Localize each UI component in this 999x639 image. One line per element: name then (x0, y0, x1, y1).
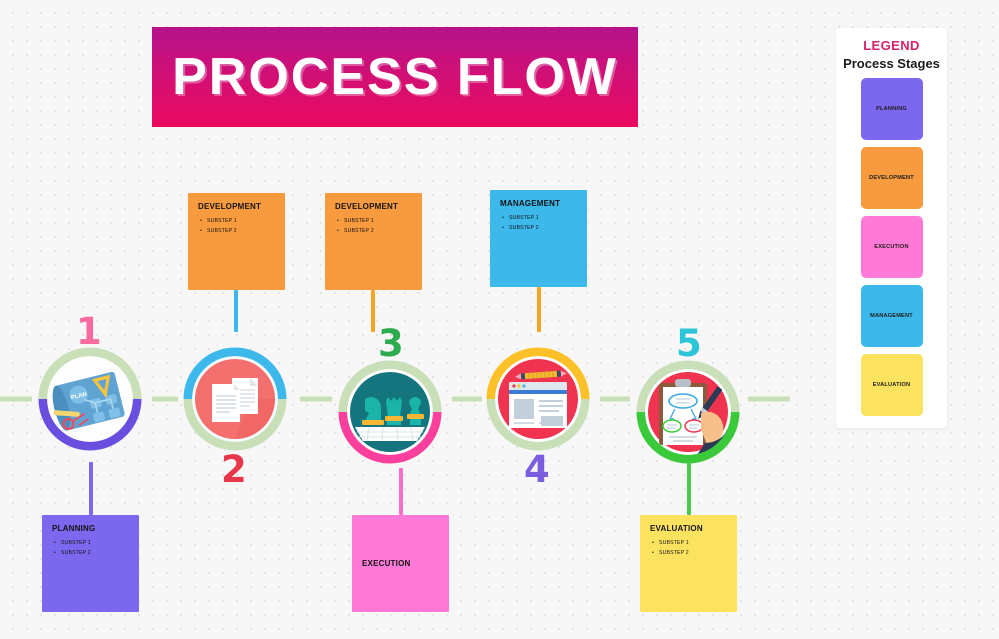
note-substep: SUBSTEP 1 (502, 212, 579, 223)
legend-title: LEGEND (863, 38, 920, 53)
note-title: EXECUTION (362, 559, 411, 568)
clipboard-review-icon (645, 369, 731, 455)
note-substep: SUBSTEP 2 (54, 548, 131, 558)
node-number: 3 (378, 322, 404, 365)
page-title: PROCESS FLOW (172, 48, 618, 106)
note-top-1[interactable]: DEVELOPMENT SUBSTEP 1 SUBSTEP 2 (188, 193, 285, 290)
connector-note-bottom-1 (89, 462, 93, 515)
web-layout-pencil-icon (495, 356, 581, 442)
legend-item-evaluation[interactable]: EVALUATION (860, 354, 923, 416)
note-title: DEVELOPMENT (198, 202, 262, 211)
legend-item-label: MANAGEMENT (870, 313, 913, 319)
note-title: EVALUATION (650, 524, 703, 533)
legend-item-development[interactable]: DEVELOPMENT (860, 147, 923, 209)
connector-note-bottom-3 (687, 463, 691, 515)
infographic-canvas: PROCESS FLOW DEVELOPMENT SUBSTEP 1 SUBST… (0, 0, 999, 639)
note-bottom-3[interactable]: EVALUATION SUBSTEP 1 SUBSTEP 2 (640, 515, 737, 612)
note-bottom-1[interactable]: PLANNING SUBSTEP 1 SUBSTEP 2 (42, 515, 139, 612)
note-substep: SUBSTEP 2 (652, 548, 729, 558)
connector-note-top-3 (537, 287, 541, 332)
note-substep: SUBSTEP 1 (337, 215, 414, 226)
node-number: 1 (76, 310, 102, 353)
node-number: 4 (524, 448, 550, 491)
note-substep: SUBSTEP 2 (502, 223, 579, 233)
title-banner: PROCESS FLOW (152, 27, 638, 127)
note-substep: SUBSTEP 1 (200, 215, 277, 226)
note-title: MANAGEMENT (500, 199, 561, 208)
note-title: PLANNING (52, 524, 96, 533)
legend-panel: LEGEND Process Stages PLANNING DEVELOPME… (836, 28, 947, 428)
legend-subtitle: Process Stages (843, 56, 940, 71)
process-node-3[interactable]: 3 (338, 325, 442, 464)
legend-item-label: EXECUTION (874, 244, 909, 250)
connector-note-top-2 (371, 290, 375, 332)
note-substep: SUBSTEP 2 (200, 226, 277, 236)
note-top-3[interactable]: MANAGEMENT SUBSTEP 1 SUBSTEP 2 (490, 190, 587, 287)
legend-item-execution[interactable]: EXECUTION (860, 216, 923, 278)
note-bottom-2[interactable]: EXECUTION (352, 515, 449, 612)
note-substeps: SUBSTEP 1 SUBSTEP 2 (198, 215, 277, 236)
process-node-1[interactable]: PLAN 1 (38, 313, 142, 451)
chess-strategy-icon (347, 369, 433, 455)
connector-note-bottom-2 (399, 468, 403, 515)
legend-item-label: EVALUATION (872, 382, 911, 388)
note-substeps: SUBSTEP 1 SUBSTEP 2 (335, 215, 414, 236)
legend-item-management[interactable]: MANAGEMENT (860, 285, 923, 347)
process-node-5[interactable]: 5 (636, 325, 740, 464)
connector-note-top-1 (234, 290, 238, 332)
node-number: 5 (676, 322, 702, 365)
blueprint-planning-icon: PLAN (47, 356, 133, 442)
note-substep: SUBSTEP 1 (54, 537, 131, 548)
process-node-4[interactable]: 4 (486, 347, 590, 488)
note-substeps: SUBSTEP 1 SUBSTEP 2 (500, 212, 579, 233)
note-substeps: SUBSTEP 1 SUBSTEP 2 (52, 537, 131, 558)
note-substep: SUBSTEP 1 (652, 537, 729, 548)
note-title: DEVELOPMENT (335, 202, 399, 211)
legend-item-label: DEVELOPMENT (869, 175, 914, 181)
note-substeps: SUBSTEP 1 SUBSTEP 2 (650, 537, 729, 558)
documents-icon (192, 356, 278, 442)
note-substep: SUBSTEP 2 (337, 226, 414, 236)
legend-item-planning[interactable]: PLANNING (860, 78, 923, 140)
process-node-2[interactable]: 2 (183, 347, 287, 488)
legend-item-label: PLANNING (876, 106, 907, 112)
node-number: 2 (221, 448, 247, 491)
note-top-2[interactable]: DEVELOPMENT SUBSTEP 1 SUBSTEP 2 (325, 193, 422, 290)
